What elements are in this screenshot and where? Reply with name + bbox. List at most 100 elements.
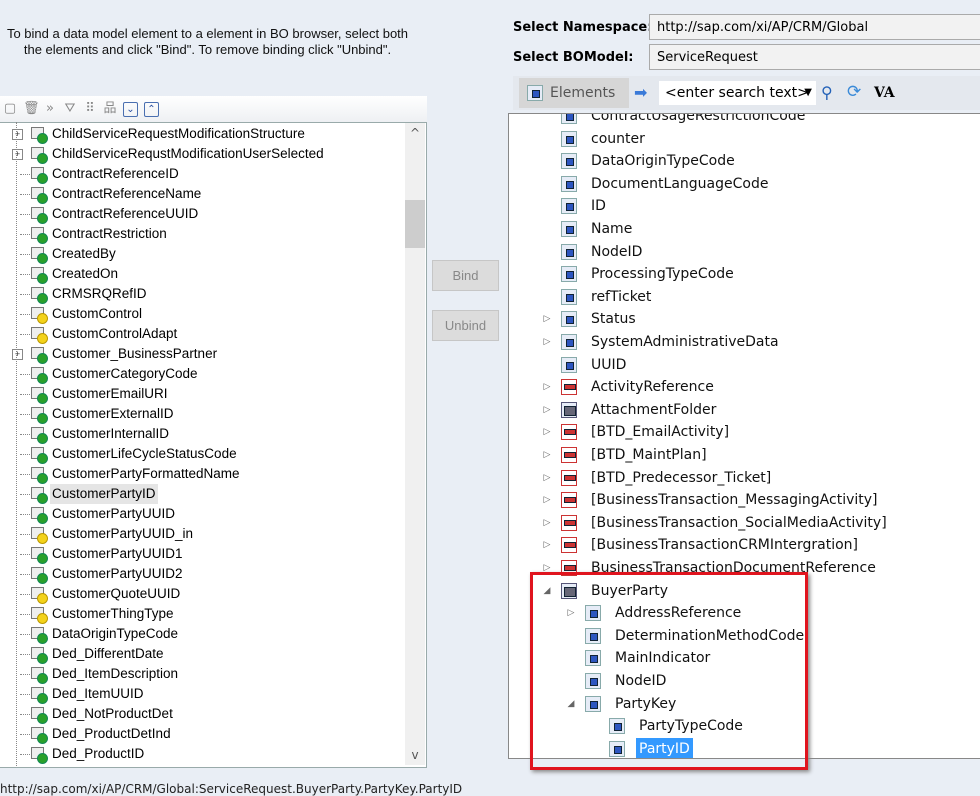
tree-item[interactable]: CustomerEmailURI — [0, 384, 405, 404]
scroll-down-icon[interactable]: v — [405, 745, 425, 765]
assoc-icon — [561, 379, 577, 396]
namespace-field[interactable]: http://sap.com/xi/AP/CRM/Global — [649, 14, 980, 40]
tree-item[interactable]: ContractRestriction — [0, 224, 405, 244]
field-icon — [31, 747, 48, 764]
hierarchy-icon[interactable]: ⠿ — [83, 102, 97, 116]
tree-item[interactable]: CustomerPartyUUID_in — [0, 524, 405, 544]
tree-connector — [20, 674, 30, 675]
tree-connector — [20, 414, 30, 415]
tree-item[interactable]: CustomControl — [0, 304, 405, 324]
element-icon — [561, 153, 577, 170]
assoc-icon — [561, 447, 577, 463]
arrow-right-icon[interactable]: ➡ — [634, 83, 647, 102]
dropdown-icon[interactable]: ▼ — [804, 81, 812, 105]
refresh-icon[interactable]: ⟳ — [847, 82, 861, 102]
tree-connector — [20, 594, 30, 595]
tree-connector — [20, 714, 30, 715]
tree-item[interactable]: CustomerPartyFormattedName — [0, 464, 405, 484]
tree-item[interactable]: DataOriginTypeCode — [0, 624, 405, 644]
expand-all-icon[interactable]: ⌄ — [123, 102, 138, 117]
expand-icon[interactable]: ▷ — [541, 534, 553, 556]
tree-connector — [20, 374, 30, 375]
tree-item[interactable]: + ChildServiceRequestModificationStructur… — [0, 124, 405, 144]
search-icon[interactable]: ⚲ — [821, 83, 833, 102]
forward-icon[interactable]: » — [43, 102, 57, 116]
assoc-icon — [561, 469, 577, 486]
expand-icon[interactable]: ▷ — [541, 331, 553, 353]
bind-button[interactable]: Bind — [432, 260, 499, 291]
element-icon — [561, 175, 577, 192]
tree-item[interactable]: CustomerPartyUUID — [0, 504, 405, 524]
tree-item[interactable]: CreatedBy — [0, 244, 405, 264]
expand-icon[interactable]: ▷ — [541, 444, 553, 466]
assoc-icon — [561, 514, 577, 531]
va-button[interactable]: VA — [874, 85, 895, 101]
element-icon — [561, 130, 577, 147]
tree-item[interactable]: CustomerExternalID — [0, 404, 405, 424]
scroll-up-icon[interactable]: ^ — [405, 123, 425, 143]
field-icon — [31, 527, 48, 544]
element-icon — [561, 114, 577, 124]
highlight-box — [530, 572, 808, 770]
tree-item[interactable]: ContractReferenceName — [0, 184, 405, 204]
tree-connector — [20, 534, 30, 535]
tree-item[interactable]: CustomerInternalID — [0, 424, 405, 444]
tree-item[interactable]: + Customer_BusinessPartner — [0, 344, 405, 364]
expand-icon[interactable]: ▷ — [541, 308, 553, 330]
unbind-button[interactable]: Unbind — [432, 310, 499, 341]
field-icon — [31, 647, 48, 664]
tree-item[interactable]: CustomerCategoryCode — [0, 364, 405, 384]
tree-connector — [20, 254, 30, 255]
assoc-icon — [561, 424, 577, 441]
tree-item[interactable]: CreatedOn — [0, 264, 405, 284]
structure-icon — [31, 347, 48, 364]
tree-item[interactable]: Ded_ItemDescription — [0, 664, 405, 684]
tree-item[interactable]: CustomerLifeCycleStatusCode — [0, 444, 405, 464]
field-icon — [31, 487, 48, 504]
expand-icon[interactable]: + — [12, 149, 23, 160]
tree-connector — [20, 514, 30, 515]
expand-icon[interactable]: ▷ — [541, 512, 553, 534]
filter-icon[interactable]: ⛛ — [63, 102, 77, 116]
tree-item[interactable]: CustomerPartyUUID1 — [0, 544, 405, 564]
tree-item[interactable]: Ded_ProductDetInd — [0, 724, 405, 744]
tree-item[interactable]: CustomerQuoteUUID — [0, 584, 405, 604]
expand-icon[interactable]: ▷ — [541, 399, 553, 421]
field-icon — [31, 267, 48, 284]
field-icon — [31, 627, 48, 644]
structure-icon — [31, 127, 48, 144]
field-icon — [31, 227, 48, 244]
left-toolbar: ▢ 🗑» ⛛ ⠿ 品 ⌄ ⌃ — [0, 96, 427, 123]
tree-item[interactable]: Ded_ItemUUID — [0, 684, 405, 704]
tree-item[interactable]: CustomerThingType — [0, 604, 405, 624]
data-model-tree: + ChildServiceRequestModificationStructur… — [0, 122, 427, 768]
tree-item[interactable]: + ChildServiceRequstModificationUserSelec… — [0, 144, 405, 164]
bomodel-field[interactable]: ServiceRequest — [649, 44, 980, 70]
field-icon — [31, 387, 48, 404]
expand-icon[interactable]: ▷ — [541, 421, 553, 443]
expand-icon[interactable]: + — [12, 129, 23, 140]
field-icon — [31, 467, 48, 484]
collapse-all-icon[interactable]: ⌃ — [144, 102, 159, 117]
tree-icon[interactable]: 品 — [103, 102, 117, 116]
element-icon — [561, 288, 577, 305]
left-scrollbar-thumb[interactable] — [405, 200, 425, 248]
tree-item[interactable]: ContractReferenceUUID — [0, 204, 405, 224]
tree-item[interactable]: CRMSRQRefID — [0, 284, 405, 304]
tree-item[interactable]: Ded_ProductID — [0, 744, 405, 764]
tree-item[interactable]: CustomerPartyID — [0, 484, 405, 504]
elements-button[interactable]: Elements — [519, 78, 629, 108]
expand-icon[interactable]: ▷ — [541, 467, 553, 489]
new-icon[interactable]: ▢ — [3, 102, 17, 116]
tree-item[interactable]: Ded_DifferentDate — [0, 644, 405, 664]
tree-item[interactable]: ContractReferenceID — [0, 164, 405, 184]
delete-icon[interactable]: 🗑 — [23, 102, 40, 116]
tree-item[interactable]: Ded_NotProductDet — [0, 704, 405, 724]
search-input[interactable]: <enter search text> ▼ — [659, 81, 816, 105]
expand-icon[interactable]: ▷ — [541, 489, 553, 511]
expand-icon[interactable]: + — [12, 349, 23, 360]
expand-icon[interactable]: ▷ — [541, 376, 553, 398]
tree-item[interactable]: CustomerPartyUUID2 — [0, 564, 405, 584]
tree-connector — [20, 394, 30, 395]
tree-item[interactable]: CustomControlAdapt — [0, 324, 405, 344]
